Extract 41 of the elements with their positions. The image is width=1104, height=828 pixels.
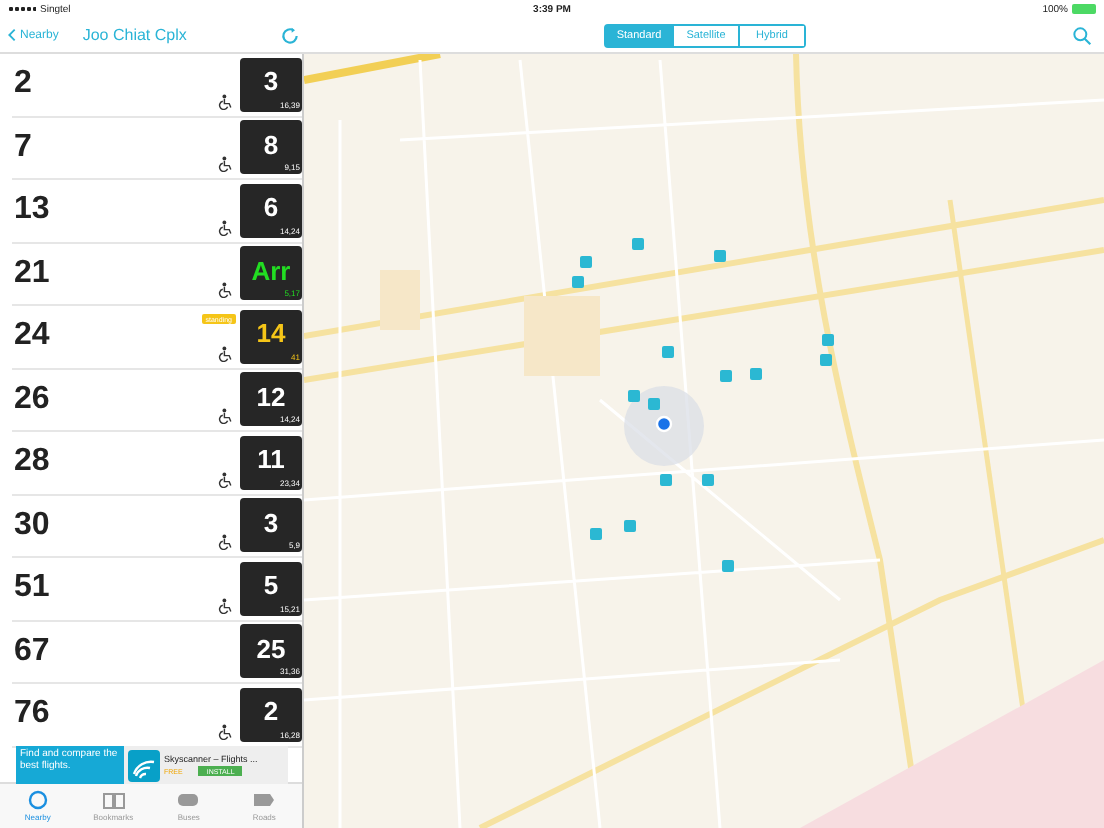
- next-arrival: 5: [263, 572, 279, 599]
- next-arrival: 3: [263, 68, 279, 95]
- service-number: 21: [12, 255, 52, 292]
- next-arrival: 14: [256, 320, 286, 347]
- stop-title: Joo Chiat Cplx: [82, 26, 189, 44]
- wheelchair-icon: [218, 597, 234, 613]
- service-number: 26: [12, 381, 52, 418]
- battery-icon: [1072, 4, 1096, 14]
- next-arrival: Arr: [251, 257, 291, 284]
- wheelchair-icon: [218, 471, 234, 487]
- next-arrival: 12: [256, 383, 286, 410]
- next-arrival: 11: [257, 446, 285, 473]
- tab-icon: [101, 790, 126, 810]
- wheelchair-icon: [218, 219, 234, 235]
- wheelchair-icon: [218, 282, 234, 298]
- next-arrival: 8: [263, 131, 279, 158]
- wheelchair-icon: [218, 93, 234, 109]
- wheelchair-icon: [218, 345, 234, 361]
- service-number: 13: [12, 192, 52, 229]
- service-number: 67: [12, 633, 52, 670]
- wheelchair-icon: [218, 723, 234, 739]
- tab-icon: [25, 790, 50, 810]
- chevron-left-icon: [8, 28, 16, 42]
- wheelchair-icon: [218, 534, 234, 550]
- service-number: 76: [12, 696, 52, 733]
- service-number: 2: [12, 66, 34, 103]
- next-arrival: 6: [263, 194, 279, 221]
- service-number: 30: [12, 507, 52, 544]
- service-number: 28: [12, 444, 52, 481]
- wheelchair-icon: [218, 408, 234, 424]
- next-arrival: 2: [263, 698, 279, 725]
- signal-icon: [8, 6, 36, 12]
- wheelchair-icon: [218, 156, 234, 172]
- refresh-icon[interactable]: [280, 25, 300, 45]
- search-icon[interactable]: [1072, 25, 1092, 45]
- next-arrival: 25: [256, 635, 286, 662]
- tab-icon: [176, 790, 201, 810]
- next-arrival: 3: [263, 509, 279, 536]
- service-number: 7: [12, 129, 34, 166]
- tab-icon: [252, 790, 277, 810]
- service-number: 51: [12, 570, 52, 607]
